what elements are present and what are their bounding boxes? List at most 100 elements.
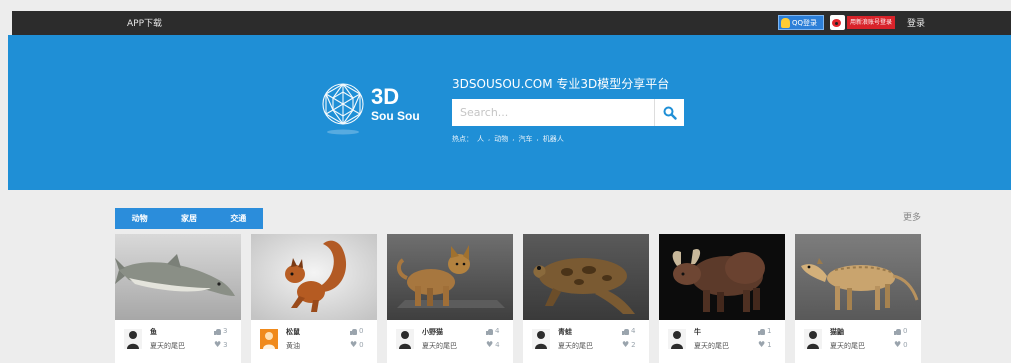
weibo-login-button[interactable]: 用新浪账号登录 [830,14,900,31]
more-link[interactable]: 更多 [903,210,921,223]
model-thumbnail[interactable] [659,234,785,320]
model-author[interactable]: 夏天的尾巴 [422,341,457,351]
model-thumbnail[interactable] [795,234,921,320]
app-download-link[interactable]: APP下载 [127,16,162,29]
model-thumbnail[interactable] [523,234,649,320]
like-count[interactable]: 3 [214,327,227,335]
like-value: 3 [223,327,228,335]
hot-label: 热点： [452,135,473,143]
hot-separator: , [512,134,515,142]
hot-tag-robots[interactable]: 机器人 [543,134,564,144]
login-link[interactable]: 登录 [907,16,925,29]
model-author[interactable]: 夏天的尾巴 [694,341,729,351]
top-bar: APP下载 QQ登录 用新浪账号登录 登录 [0,0,1011,35]
fav-count[interactable]: ♥ 0 [894,340,908,350]
hot-separator: , [488,134,491,142]
bull-model-image [659,234,785,320]
model-name[interactable]: 猫鼬 [830,327,844,337]
model-name[interactable]: 鱼 [150,327,157,337]
search-button[interactable] [654,99,684,126]
like-count[interactable]: 4 [486,327,499,335]
cat-model-image [387,234,513,320]
model-thumbnail[interactable] [387,234,513,320]
hot-tag-cars[interactable]: 汽车 [518,134,532,144]
fav-count[interactable]: ♥ 3 [214,340,228,350]
frog-model-image [523,234,649,320]
model-card[interactable]: 青蛙 夏天的尾巴 4 ♥ 2 [523,234,649,363]
model-author[interactable]: 夏天的尾巴 [830,341,865,351]
like-count[interactable]: 0 [894,327,907,335]
weibo-login-label: 用新浪账号登录 [847,16,896,29]
author-avatar[interactable] [804,329,822,349]
fish-model-image [115,234,241,320]
fav-value: 0 [359,341,364,349]
category-tabs: 动物 家居 交通 [115,208,263,229]
like-value: 0 [359,327,364,335]
like-count[interactable]: 4 [622,327,635,335]
hot-separator: , [536,134,539,142]
fav-value: 2 [631,341,636,349]
fav-value: 0 [903,341,908,349]
top-bar-strip: APP下载 QQ登录 用新浪账号登录 登录 [12,11,1011,35]
qq-login-button[interactable]: QQ登录 [778,15,824,30]
tab-animals[interactable]: 动物 [132,213,148,224]
meerkat-model-image [795,234,921,320]
like-value: 0 [903,327,908,335]
like-value: 4 [631,327,636,335]
weibo-icon [830,15,845,30]
squirrel-model-image [251,234,377,320]
geodesic-sphere-icon [322,83,364,135]
logo-sousou-text: Sou Sou [371,109,420,123]
heart-icon: ♥ [350,340,358,349]
model-name[interactable]: 松鼠 [286,327,300,337]
heart-icon: ♥ [894,340,902,349]
author-avatar[interactable] [668,329,686,349]
model-author[interactable]: 夏天的尾巴 [558,341,593,351]
thumbs-up-icon [486,328,493,335]
tab-furniture[interactable]: 家居 [181,213,197,224]
author-avatar[interactable] [396,329,414,349]
fav-count[interactable]: ♥ 2 [622,340,636,350]
logo-3d-text: 3D [371,84,400,109]
model-card[interactable]: 小野猫 夏天的尾巴 4 ♥ 4 [387,234,513,363]
model-author[interactable]: 夏天的尾巴 [150,341,185,351]
search-icon [663,106,677,120]
fav-value: 4 [495,341,500,349]
like-count[interactable]: 1 [758,327,771,335]
qq-icon [781,17,790,28]
model-name[interactable]: 小野猫 [422,327,443,337]
heart-icon: ♥ [214,340,222,349]
model-card[interactable]: 鱼 夏天的尾巴 3 ♥ 3 [115,234,241,363]
hot-tag-people[interactable]: 人 [477,134,484,144]
model-card[interactable]: 猫鼬 夏天的尾巴 0 ♥ 0 [795,234,921,363]
heart-icon: ♥ [622,340,630,349]
model-card[interactable]: 牛 夏天的尾巴 1 ♥ 1 [659,234,785,363]
author-avatar[interactable] [124,329,142,349]
fav-count[interactable]: ♥ 1 [758,340,772,350]
model-author[interactable]: 黄油 [286,341,300,351]
like-value: 1 [767,327,772,335]
thumbs-up-icon [758,328,765,335]
site-logo[interactable]: 3D Sou Sou [319,78,439,138]
tab-transport[interactable]: 交通 [230,213,246,224]
fav-value: 1 [767,341,772,349]
model-thumbnail[interactable] [115,234,241,320]
author-avatar[interactable] [532,329,550,349]
like-count[interactable]: 0 [350,327,363,335]
fav-count[interactable]: ♥ 0 [350,340,364,350]
site-slogan: 3DSOUSOU.COM 专业3D模型分享平台 [452,77,670,91]
thumbs-up-icon [350,328,357,335]
hero-banner: 3D Sou Sou 3DSOUSOU.COM 专业3D模型分享平台 热点： 人… [8,35,1011,190]
model-thumbnail[interactable] [251,234,377,320]
model-name[interactable]: 牛 [694,327,701,337]
hot-tag-animals[interactable]: 动物 [494,134,508,144]
thumbs-up-icon [622,328,629,335]
model-name[interactable]: 青蛙 [558,327,572,337]
fav-value: 3 [223,341,228,349]
fav-count[interactable]: ♥ 4 [486,341,500,350]
qq-login-label: QQ登录 [792,18,818,27]
search-input[interactable] [452,99,654,126]
heart-icon: ♥ [758,340,766,349]
model-card[interactable]: 松鼠 黄油 0 ♥ 0 [251,234,377,363]
author-avatar[interactable] [260,329,278,349]
